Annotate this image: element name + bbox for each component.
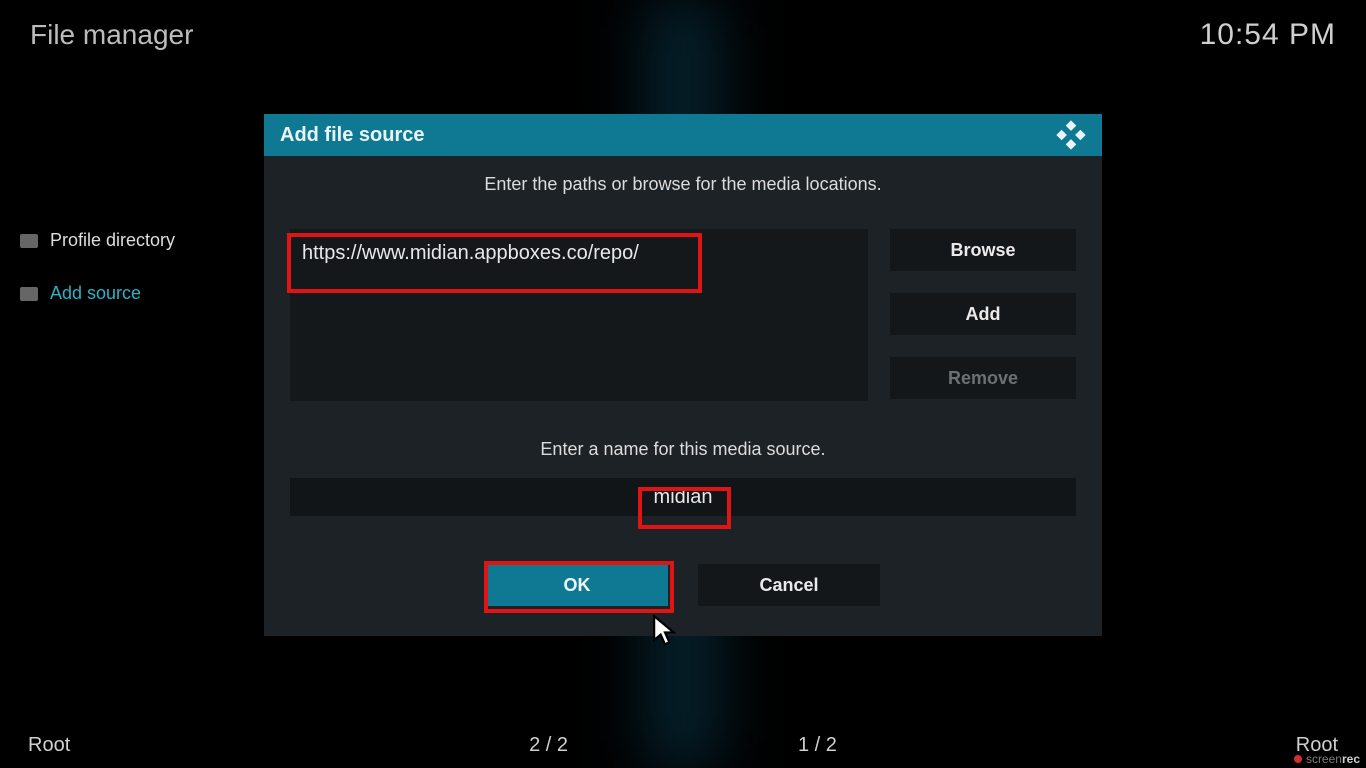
dialog-titlebar: Add file source bbox=[264, 114, 1102, 156]
footer-count-left: 2 / 2 bbox=[529, 734, 568, 757]
sidebar-item-profile-directory[interactable]: Profile directory bbox=[20, 230, 240, 251]
source-name-input[interactable]: midian bbox=[290, 478, 1076, 516]
dialog-body: Enter the paths or browse for the media … bbox=[264, 156, 1102, 636]
folder-icon bbox=[20, 234, 38, 248]
sidebar-item-label: Profile directory bbox=[50, 230, 175, 251]
browse-button[interactable]: Browse bbox=[890, 229, 1076, 271]
add-button[interactable]: Add bbox=[890, 293, 1076, 335]
sidebar: Profile directory Add source bbox=[0, 230, 240, 336]
header: File manager 10:54 PM bbox=[0, 0, 1366, 70]
clock: 10:54 PM bbox=[1200, 18, 1336, 52]
path-input[interactable]: https://www.midian.appboxes.co/repo/ bbox=[290, 229, 868, 277]
sidebar-item-add-source[interactable]: Add source bbox=[20, 283, 240, 304]
remove-button: Remove bbox=[890, 357, 1076, 399]
kodi-logo-icon bbox=[1056, 120, 1086, 150]
add-file-source-dialog: Add file source Enter the paths or brows… bbox=[264, 114, 1102, 636]
dialog-title: Add file source bbox=[280, 124, 424, 147]
cancel-button[interactable]: Cancel bbox=[698, 564, 880, 606]
instruction-name: Enter a name for this media source. bbox=[290, 439, 1076, 460]
ok-button[interactable]: OK bbox=[486, 564, 668, 606]
screenrec-watermark: screenrec bbox=[1294, 752, 1360, 766]
footer-left: Root bbox=[28, 734, 70, 757]
path-list[interactable]: https://www.midian.appboxes.co/repo/ bbox=[290, 229, 868, 401]
folder-icon bbox=[20, 287, 38, 301]
page-title: File manager bbox=[30, 19, 193, 51]
footer-count-right: 1 / 2 bbox=[798, 734, 837, 757]
footer: Root 2 / 2 1 / 2 Root bbox=[0, 722, 1366, 768]
instruction-paths: Enter the paths or browse for the media … bbox=[290, 174, 1076, 195]
sidebar-item-label: Add source bbox=[50, 283, 141, 304]
record-dot-icon bbox=[1294, 755, 1302, 763]
